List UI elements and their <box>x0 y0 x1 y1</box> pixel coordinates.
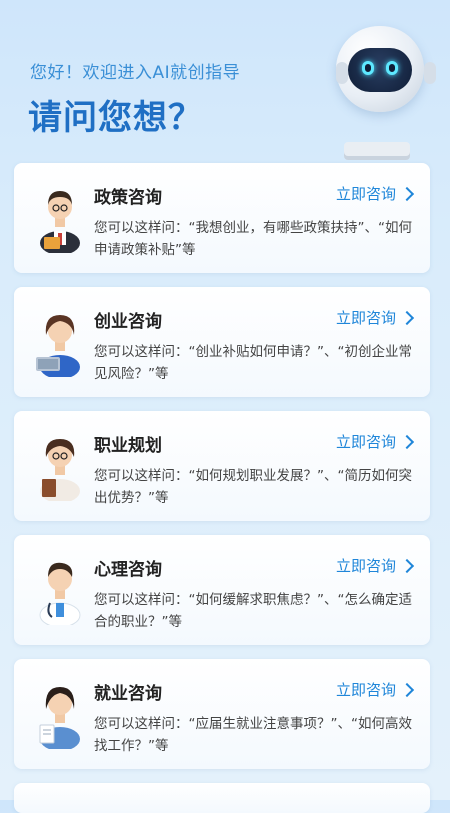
consult-now-label: 立即咨询 <box>335 433 396 451</box>
chevron-right-icon <box>399 434 415 449</box>
man-holding-folder-avatar <box>40 191 80 253</box>
woman-with-laptop-avatar <box>36 315 80 377</box>
card-title: 就业咨询 <box>94 684 162 704</box>
page-title: 请问您想？ <box>28 98 203 138</box>
consult-card-psychology[interactable]: 心理咨询 立即咨询 您可以这样问：“如何缓解求职焦虑？”、“怎么确定适合的职业？… <box>14 535 430 645</box>
consult-now-button[interactable]: 立即咨询 <box>335 679 415 700</box>
consult-card-startup[interactable]: 创业咨询 立即咨询 您可以这样问：“创业补贴如何申请？”、“初创企业常见风险？”… <box>14 287 430 397</box>
chevron-right-icon <box>399 186 415 201</box>
chevron-right-icon <box>399 682 415 697</box>
card-title: 职业规划 <box>94 436 162 456</box>
card-description: 您可以这样问：“应届生就业注意事项？”、“如何高效找工作？”等 <box>94 716 412 754</box>
card-description: 您可以这样问：“我想创业，有哪些政策扶持”、“如何申请政策补贴”等 <box>94 220 412 258</box>
chevron-right-icon <box>399 310 415 325</box>
consult-now-label: 立即咨询 <box>335 185 396 203</box>
card-description: 您可以这样问：“如何规划职业发展？”、“简历如何突出优势？”等 <box>94 468 412 506</box>
consult-now-button[interactable]: 立即咨询 <box>335 183 415 204</box>
consult-now-button[interactable]: 立即咨询 <box>335 431 415 452</box>
card-description: 您可以这样问：“如何缓解求职焦虑？”、“怎么确定适合的职业？”等 <box>94 592 412 630</box>
greeting-text: 您好！欢迎进入AI就创指导 <box>30 63 241 83</box>
consult-card-partial <box>14 783 430 813</box>
consult-now-button[interactable]: 立即咨询 <box>335 307 415 328</box>
consult-card-policy[interactable]: 政策咨询 立即咨询 您可以这样问：“我想创业，有哪些政策扶持”、“如何申请政策补… <box>14 163 430 273</box>
card-title: 政策咨询 <box>94 188 162 208</box>
chevron-right-icon <box>399 558 415 573</box>
woman-with-book-avatar <box>40 439 80 501</box>
consult-now-label: 立即咨询 <box>335 557 396 575</box>
consult-now-label: 立即咨询 <box>335 681 396 699</box>
header: 您好！欢迎进入AI就创指导 请问您想？ <box>0 0 450 170</box>
consult-now-button[interactable]: 立即咨询 <box>335 555 415 576</box>
consult-card-career[interactable]: 职业规划 立即咨询 您可以这样问：“如何规划职业发展？”、“简历如何突出优势？”… <box>14 411 430 521</box>
consult-card-employment[interactable]: 就业咨询 立即咨询 您可以这样问：“应届生就业注意事项？”、“如何高效找工作？”… <box>14 659 430 769</box>
doctor-avatar <box>39 562 81 625</box>
consult-now-label: 立即咨询 <box>335 309 396 327</box>
robot-icon <box>330 20 440 170</box>
card-title: 创业咨询 <box>94 312 162 332</box>
card-description: 您可以这样问：“创业补贴如何申请？”、“初创企业常见风险？”等 <box>94 344 412 382</box>
woman-with-document-avatar <box>39 687 80 749</box>
card-title: 心理咨询 <box>94 560 162 580</box>
